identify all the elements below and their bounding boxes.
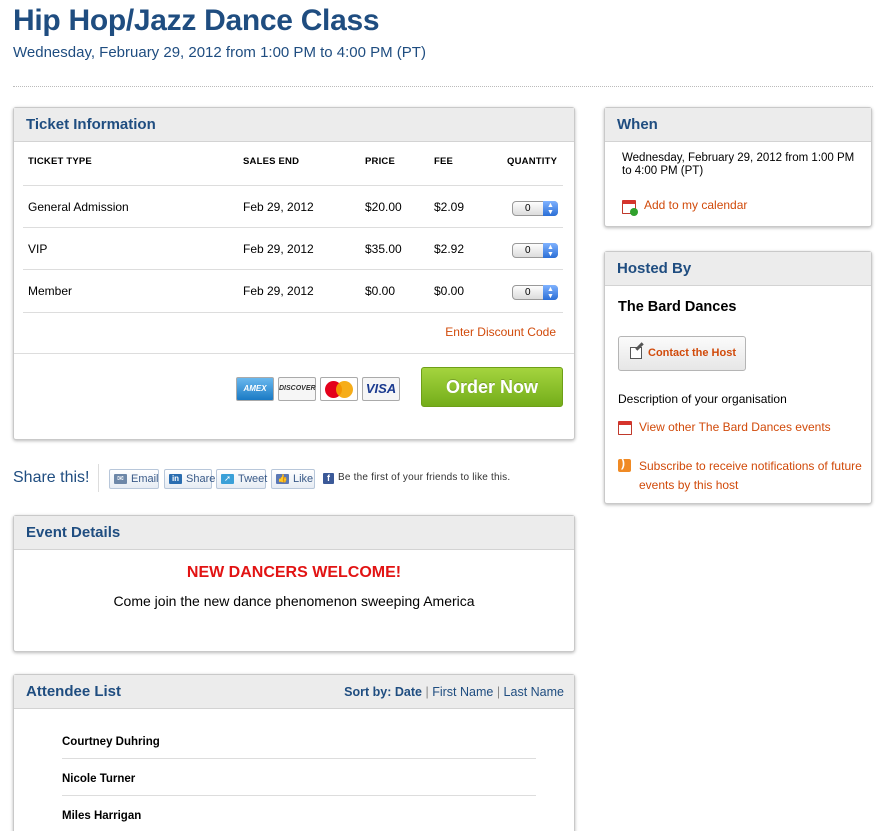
col-price: PRICE xyxy=(365,156,396,167)
col-sales-end: SALES END xyxy=(243,156,300,167)
ticket-price: $0.00 xyxy=(365,284,396,298)
table-divider xyxy=(23,312,563,313)
ticket-information-panel: Ticket Information TICKET TYPE SALES END… xyxy=(13,107,575,440)
ticket-sales-end: Feb 29, 2012 xyxy=(243,200,314,214)
col-quantity: QUANTITY xyxy=(507,156,558,167)
ticket-type: General Admission xyxy=(28,200,129,214)
edit-icon xyxy=(630,347,642,359)
col-fee: FEE xyxy=(434,156,454,167)
linkedin-share-label: Share xyxy=(186,473,216,485)
quantity-select[interactable]: 0 ▲ ▼ xyxy=(512,201,558,216)
tweet-button[interactable]: ➚ Tweet xyxy=(216,469,268,489)
event-description: Come join the new dance phenomenon sweep… xyxy=(113,593,475,609)
mastercard-card-icon xyxy=(320,377,358,401)
ticket-sales-end: Feb 29, 2012 xyxy=(243,284,314,298)
header-divider xyxy=(13,86,873,87)
linkedin-icon: in xyxy=(169,474,182,484)
event-date-subtitle: Wednesday, February 29, 2012 from 1:00 P… xyxy=(13,44,426,61)
linkedin-share-button[interactable]: in Share xyxy=(164,469,216,489)
host-name: The Bard Dances xyxy=(618,299,737,315)
quantity-value: 0 xyxy=(525,203,531,214)
share-this-label: Share this! xyxy=(13,469,90,486)
attendee-name: Miles Harrigan xyxy=(62,810,142,822)
ticket-fee: $2.92 xyxy=(434,242,465,256)
thumbs-up-icon: 👍 xyxy=(276,474,289,484)
subscribe-notifications-link[interactable]: Subscribe to receive notifications of fu… xyxy=(639,457,863,495)
attendee-divider xyxy=(62,795,536,796)
when-heading: When xyxy=(605,108,871,142)
ticket-fee: $2.09 xyxy=(434,200,465,214)
attendee-list-panel: Attendee List Sort by: Date | First Name… xyxy=(13,674,575,831)
attendee-divider xyxy=(62,758,536,759)
quantity-select[interactable]: 0 ▲ ▼ xyxy=(512,285,558,300)
when-panel: When Wednesday, February 29, 2012 from 1… xyxy=(604,107,872,227)
select-arrows-icon: ▲ ▼ xyxy=(543,243,558,258)
select-arrows-icon: ▲ ▼ xyxy=(543,285,558,300)
sort-by-controls: Sort by: Date | First Name | Last Name xyxy=(344,685,564,699)
like-label: Like xyxy=(293,473,314,485)
contact-host-button[interactable]: Contact the Host xyxy=(618,336,746,371)
sort-by-label: Sort by: xyxy=(344,685,392,699)
ticket-price: $35.00 xyxy=(365,242,402,256)
ticket-fee: $0.00 xyxy=(434,284,465,298)
table-divider xyxy=(23,185,563,186)
ticket-sales-end: Feb 29, 2012 xyxy=(243,242,314,256)
view-other-events-link[interactable]: View other The Bard Dances events xyxy=(639,420,831,434)
tweet-label: Tweet xyxy=(238,473,268,485)
hosted-by-panel: Hosted By The Bard Dances Contact the Ho… xyxy=(604,251,872,504)
when-date-text: Wednesday, February 29, 2012 from 1:00 P… xyxy=(622,152,855,177)
discount-code-link[interactable]: Enter Discount Code xyxy=(445,325,556,339)
contact-host-label: Contact the Host xyxy=(648,347,736,359)
share-divider xyxy=(98,464,99,492)
quantity-value: 0 xyxy=(525,245,531,256)
sort-by-date-link[interactable]: Date xyxy=(395,685,422,699)
welcome-text: NEW DANCERS WELCOME! xyxy=(186,564,402,581)
calendar-icon xyxy=(618,421,632,435)
discover-card-icon: DISCOVER xyxy=(278,377,316,401)
quantity-select[interactable]: 0 ▲ ▼ xyxy=(512,243,558,258)
col-ticket-type: TICKET TYPE xyxy=(28,156,92,167)
attendee-name: Courtney Duhring xyxy=(62,736,160,748)
select-arrows-icon: ▲ ▼ xyxy=(543,201,558,216)
quantity-value: 0 xyxy=(525,287,531,298)
ticket-type: VIP xyxy=(28,242,48,256)
facebook-icon: f xyxy=(323,473,334,484)
ticket-type: Member xyxy=(28,284,73,298)
calendar-icon xyxy=(622,200,638,216)
payment-divider xyxy=(14,353,574,354)
ticket-panel-heading: Ticket Information xyxy=(14,108,574,142)
hosted-by-heading: Hosted By xyxy=(605,252,871,286)
host-description: Description of your organisation xyxy=(618,392,787,406)
add-to-calendar-link[interactable]: Add to my calendar xyxy=(644,198,747,212)
facebook-like-text: Be the first of your friends to like thi… xyxy=(338,472,511,483)
email-share-button[interactable]: ✉ Email xyxy=(109,469,159,489)
event-details-heading: Event Details xyxy=(14,516,574,550)
ticket-price: $20.00 xyxy=(365,200,402,214)
table-divider xyxy=(23,269,563,270)
sort-by-first-name-link[interactable]: First Name xyxy=(432,685,493,699)
email-share-label: Email xyxy=(131,473,159,485)
attendee-list-title: Attendee List xyxy=(26,683,122,700)
twitter-icon: ➚ xyxy=(221,474,234,484)
order-now-button[interactable]: Order Now xyxy=(421,367,563,407)
amex-card-icon: AMEX xyxy=(236,377,274,401)
event-details-panel: Event Details NEW DANCERS WELCOME! Come … xyxy=(13,515,575,652)
table-divider xyxy=(23,227,563,228)
sort-by-last-name-link[interactable]: Last Name xyxy=(504,685,564,699)
event-title: Hip Hop/Jazz Dance Class xyxy=(13,4,380,37)
rss-icon xyxy=(618,456,631,472)
envelope-icon: ✉ xyxy=(114,474,127,484)
facebook-like-button[interactable]: 👍 Like xyxy=(271,469,315,489)
visa-card-icon: VISA xyxy=(362,377,400,401)
attendee-name: Nicole Turner xyxy=(62,773,136,785)
